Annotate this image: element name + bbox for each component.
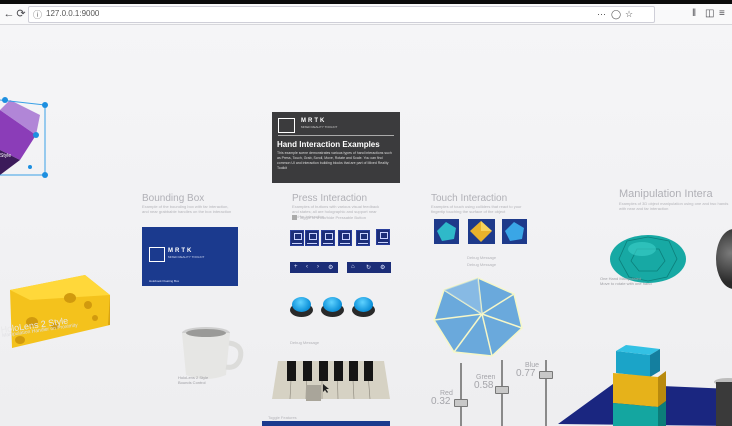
panel-brand-sub: MIXED REALITY TOOLKIT: [301, 125, 338, 129]
manipulation-interaction-title: Manipulation Intera: [619, 188, 713, 200]
dark-sphere-object[interactable]: [716, 229, 732, 289]
block-stack[interactable]: [558, 329, 732, 426]
debug-message-touch-2: Debug Message: [467, 262, 497, 267]
press-button-3[interactable]: [321, 230, 335, 246]
toggle-features-bar[interactable]: [262, 421, 390, 426]
plus-icon[interactable]: +: [294, 264, 298, 270]
home-icon[interactable]: ⌂: [351, 264, 355, 270]
panel-brand: MRTK: [301, 118, 327, 124]
bounding-box-desc: Example of the bounding box with far int…: [142, 204, 232, 214]
press-button-5[interactable]: [356, 230, 370, 246]
red-slider-track[interactable]: [460, 363, 462, 426]
url-bar[interactable]: ⓘ 127.0.0.1:9000 ⋯ ◯ ☆: [28, 6, 655, 23]
browser-window: ← ⟳ ⓘ 127.0.0.1:9000 ⋯ ◯ ☆ ‖ ◫ ≡ Style M…: [0, 0, 732, 426]
red-slider-value: 0.32: [431, 396, 451, 407]
one-hand-manipulated-sub: Move to rotate with one hand: [600, 281, 652, 286]
bounding-box-title: Bounding Box: [142, 193, 205, 204]
green-slider-thumb[interactable]: [495, 386, 509, 394]
arrow-right-icon[interactable]: ›: [317, 264, 319, 270]
blue-slider-track[interactable]: [545, 360, 547, 426]
panel-divider: [278, 135, 394, 136]
press-button-4[interactable]: [338, 230, 352, 246]
gear-icon[interactable]: ⚙: [328, 264, 333, 271]
hand-interaction-panel: MRTK MIXED REALITY TOOLKIT Hand Interact…: [272, 112, 400, 183]
svg-text:Style: Style: [0, 153, 11, 159]
refresh-icon[interactable]: ↻: [366, 264, 371, 271]
panel-body: This example scene demonstrates various …: [277, 151, 392, 170]
bounding-box-prism[interactable]: Style: [0, 95, 60, 185]
green-slider-value: 0.58: [474, 380, 494, 391]
sidebar-icon[interactable]: ◫: [705, 8, 714, 19]
press-button-2[interactable]: [305, 230, 319, 246]
pocket-icon[interactable]: ◯: [611, 9, 621, 20]
panel-title: Hand Interaction Examples: [277, 140, 380, 149]
round-press-button-1[interactable]: [290, 297, 313, 318]
manipulation-interaction-desc: Examples of 3D object manipulation using…: [619, 201, 729, 211]
bookmark-star-icon[interactable]: ☆: [625, 9, 633, 20]
info-icon[interactable]: ⓘ: [33, 8, 42, 21]
blue-slider-value: 0.77: [516, 368, 536, 379]
press-button-6[interactable]: [376, 229, 390, 245]
toggle-features-label: Toggle Features: [268, 415, 297, 420]
touch-interaction-title: Touch Interaction: [431, 193, 508, 204]
press-toggle-checkbox[interactable]: [292, 215, 297, 220]
hololens-style-mug-sub: Bounds Control: [178, 380, 206, 385]
touch-interaction-desc: Examples of touch using colliders that r…: [431, 204, 522, 214]
touch-cube-2[interactable]: [468, 219, 495, 244]
browser-toolbar: ← ⟳ ⓘ 127.0.0.1:9000 ⋯ ◯ ☆ ‖ ◫ ≡: [0, 4, 732, 25]
bbox-brand-sub: MIXED REALITY TOOLKIT: [168, 255, 205, 259]
url-text[interactable]: 127.0.0.1:9000: [46, 9, 99, 18]
piano-keys[interactable]: [272, 361, 390, 401]
press-interaction-title: Press Interaction: [292, 193, 368, 204]
bbox-footer: Holobook Floating Box: [149, 279, 180, 283]
debug-message-touch-1: Debug Message: [467, 255, 497, 260]
mrtk-logo-icon: [278, 118, 295, 133]
bounding-box-panel[interactable]: MRTK MIXED REALITY TOOLKIT Holobook Floa…: [142, 227, 238, 286]
settings-icon[interactable]: ⚙: [380, 264, 385, 271]
library-icon[interactable]: ‖: [692, 8, 696, 19]
mrtk-logo-icon: [149, 247, 165, 262]
arrow-left-icon[interactable]: ‹: [306, 264, 308, 270]
touch-cube-3[interactable]: [502, 219, 527, 244]
debug-message-press: Debug Message: [290, 340, 320, 345]
press-toggle-label: Toggle to show/hide Pressable Button: [299, 215, 366, 220]
blue-slider-thumb[interactable]: [539, 371, 553, 379]
more-dots-icon[interactable]: ⋯: [597, 9, 606, 20]
bbox-brand: MRTK: [168, 248, 194, 254]
round-press-button-3[interactable]: [352, 297, 375, 318]
webgl-scene-canvas[interactable]: Style MRTK MIXED REALITY TOOLKIT Hand In…: [0, 25, 732, 426]
touch-cube-1[interactable]: [434, 219, 459, 244]
cheese-object[interactable]: [0, 270, 112, 350]
partial-mug-object[interactable]: [714, 377, 732, 426]
button-bar-right[interactable]: ⌂ ↻ ⚙: [347, 262, 391, 273]
button-bar-left[interactable]: + ‹ › ⚙: [290, 262, 338, 273]
icosahedron-touch-object[interactable]: [432, 276, 524, 358]
reload-icon[interactable]: ⟳: [14, 7, 28, 21]
round-press-button-2[interactable]: [321, 297, 344, 318]
hamburger-menu-icon[interactable]: ≡: [719, 8, 725, 19]
red-slider-thumb[interactable]: [454, 399, 468, 407]
press-button-1[interactable]: [290, 230, 304, 246]
